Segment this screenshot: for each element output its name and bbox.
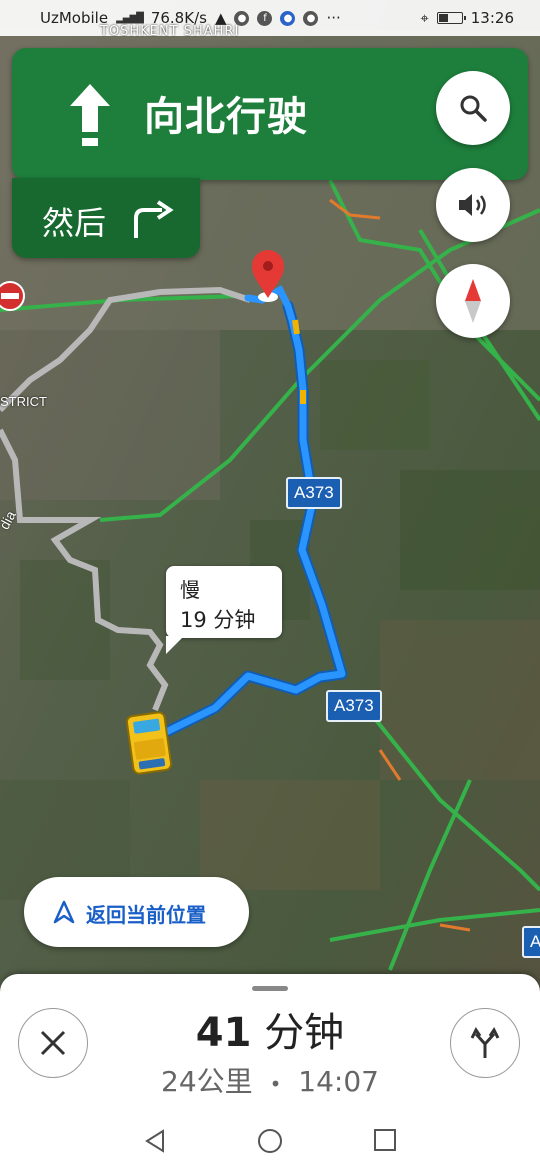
compass-icon xyxy=(465,279,481,323)
city-label: TOSHKENT SHAHRI xyxy=(100,24,240,39)
recenter-label: 返回当前位置 xyxy=(86,903,206,927)
recenter-button[interactable]: 返回当前位置 xyxy=(24,877,249,947)
trip-summary-sheet[interactable]: 41 分钟 24公里 • 14:07 xyxy=(0,974,540,1170)
route-fork-icon xyxy=(470,1027,500,1058)
compass-button[interactable] xyxy=(436,264,510,338)
trip-distance: 24公里 xyxy=(161,1065,253,1098)
app-notification-icon-2: ● xyxy=(303,10,319,26)
carrier-label: UzMobile xyxy=(40,9,109,27)
search-icon xyxy=(460,95,487,122)
straight-arrow-icon xyxy=(70,84,110,146)
callout-status: 慢 xyxy=(180,578,200,602)
arrival-time: 14:07 xyxy=(298,1065,379,1098)
turn-right-icon xyxy=(134,200,174,238)
drag-handle[interactable] xyxy=(252,986,288,991)
road-closed-icon xyxy=(0,281,25,311)
signal-icon: ▂▄▆█ xyxy=(116,12,144,24)
district-label: STRICT xyxy=(0,394,47,409)
road-shield: A373 xyxy=(326,690,382,722)
volume-icon xyxy=(459,194,486,216)
search-button[interactable] xyxy=(436,71,510,145)
next-maneuver-panel[interactable]: 然后 xyxy=(12,178,200,258)
then-label: 然后 xyxy=(42,204,107,242)
system-navigation-bar xyxy=(0,1116,540,1166)
location-icon: ⌖ xyxy=(420,9,429,27)
road-shield: A373 xyxy=(286,477,342,509)
clock: 13:26 xyxy=(470,9,514,27)
navigation-instruction: 向北行驶 xyxy=(144,94,308,140)
back-icon[interactable] xyxy=(143,1128,167,1154)
duration-unit: 分钟 xyxy=(264,1010,345,1056)
recents-icon[interactable] xyxy=(373,1128,397,1152)
alternate-route-callout[interactable]: 慢 19 分钟 xyxy=(166,566,282,654)
car-location-icon xyxy=(125,711,173,775)
road-shield: A xyxy=(522,926,540,958)
sound-button[interactable] xyxy=(436,168,510,242)
alternate-routes-button[interactable] xyxy=(450,1008,520,1078)
home-icon[interactable] xyxy=(257,1128,283,1154)
paw-icon: ● xyxy=(280,10,296,26)
more-icon: ··· xyxy=(326,9,341,27)
navigation-arrow-icon xyxy=(53,900,75,924)
facebook-icon: f xyxy=(257,10,273,26)
separator: • xyxy=(269,1072,282,1096)
callout-time: 19 分钟 xyxy=(180,608,256,632)
status-bar: UzMobile ▂▄▆█ 76.8K/s ▲ ● f ● ● ··· ⌖ 13… xyxy=(0,0,540,36)
battery-icon xyxy=(436,12,466,24)
duration-value: 41 xyxy=(195,1010,252,1056)
